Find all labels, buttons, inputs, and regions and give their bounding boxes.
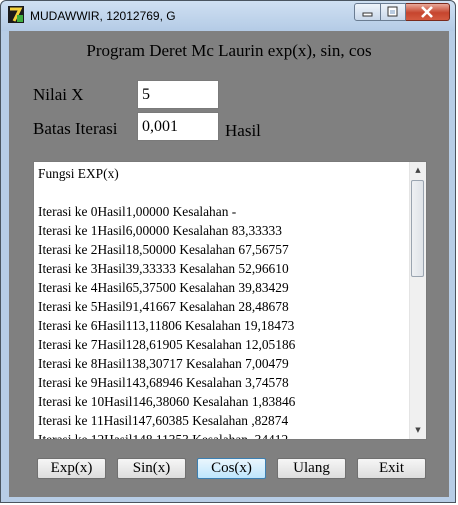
output-line: Iterasi ke 11Hasil147,60385 Kesalahan ,8…	[38, 413, 289, 428]
output-line: Iterasi ke 0Hasil1,00000 Kesalahan -	[38, 204, 237, 219]
output-line: Iterasi ke 10Hasil146,38060 Kesalahan 1,…	[38, 394, 296, 409]
app-window: MUDAWWIR, 12012769, G Program Deret Mc L…	[0, 0, 456, 503]
page-title: Program Deret Mc Laurin exp(x), sin, cos	[86, 41, 372, 60]
maximize-button[interactable]	[381, 3, 406, 21]
result-output-text: Fungsi EXP(x) Iterasi ke 0Hasil1,00000 Ke…	[38, 164, 408, 440]
result-output-box[interactable]: Fungsi EXP(x) Iterasi ke 0Hasil1,00000 Ke…	[33, 161, 427, 440]
scroll-thumb[interactable]	[411, 180, 424, 277]
output-line: Iterasi ke 9Hasil143,68946 Kesalahan 3,7…	[38, 375, 289, 390]
x-value-label: Nilai X	[33, 85, 84, 104]
minimize-button[interactable]	[354, 3, 381, 21]
vertical-scrollbar[interactable]: ▲ ▼	[409, 162, 426, 439]
iteration-limit-label: Batas Iterasi	[33, 119, 118, 138]
output-line: Iterasi ke 8Hasil138,30717 Kesalahan 7,0…	[38, 356, 289, 371]
output-line: Iterasi ke 1Hasil6,00000 Kesalahan 83,33…	[38, 223, 282, 238]
output-line: Iterasi ke 3Hasil39,33333 Kesalahan 52,9…	[38, 261, 289, 276]
output-line: Iterasi ke 5Hasil91,41667 Kesalahan 28,4…	[38, 299, 289, 314]
app-icon	[8, 6, 24, 23]
close-icon	[421, 6, 433, 18]
output-line: Fungsi EXP(x)	[38, 166, 119, 181]
scroll-down-arrow-icon[interactable]: ▼	[410, 422, 426, 439]
window-title: MUDAWWIR, 12012769, G	[30, 9, 176, 23]
output-line: Iterasi ke 2Hasil18,50000 Kesalahan 67,5…	[38, 242, 289, 257]
iteration-limit-input[interactable]	[137, 112, 219, 141]
result-label: Hasil	[225, 121, 261, 140]
sin-button[interactable]: Sin(x)	[117, 458, 186, 479]
form-client-area: Program Deret Mc Laurin exp(x), sin, cos…	[9, 31, 449, 497]
cos-button[interactable]: Cos(x)	[197, 458, 266, 479]
exit-button[interactable]: Exit	[357, 458, 426, 479]
output-line: Iterasi ke 7Hasil128,61905 Kesalahan 12,…	[38, 337, 296, 352]
output-line: Iterasi ke 4Hasil65,37500 Kesalahan 39,8…	[38, 280, 289, 295]
maximize-icon	[387, 6, 398, 17]
minimize-icon	[362, 12, 373, 17]
caption-buttons	[354, 3, 450, 22]
close-button[interactable]	[406, 3, 450, 21]
scroll-up-arrow-icon[interactable]: ▲	[410, 162, 426, 179]
x-value-input[interactable]	[137, 80, 219, 109]
title-bar[interactable]: MUDAWWIR, 12012769, G	[1, 1, 455, 31]
output-line: Iterasi ke 12Hasil148,11353 Kesalahan ,3…	[38, 432, 289, 440]
output-line: Iterasi ke 6Hasil113,11806 Kesalahan 19,…	[38, 318, 295, 333]
ulang-button[interactable]: Ulang	[277, 458, 346, 479]
exp-button[interactable]: Exp(x)	[37, 458, 106, 479]
